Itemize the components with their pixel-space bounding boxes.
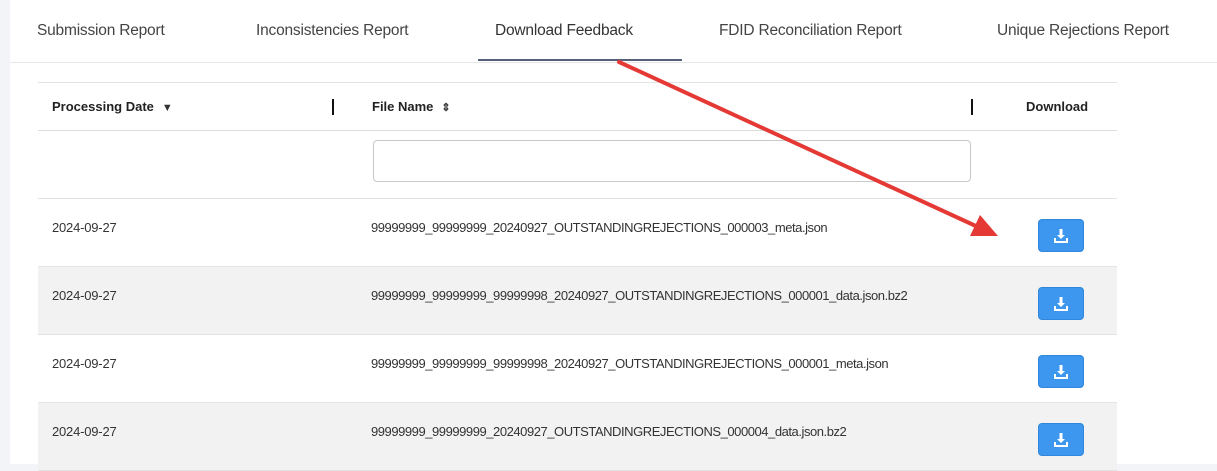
table-row: 2024-09-27 99999999_99999999_20240927_OU… <box>38 403 1117 471</box>
row-processing-date: 2024-09-27 <box>52 356 117 371</box>
table-header: Processing Date ▼ File Name ⇕ Download <box>38 83 1117 131</box>
download-icon <box>1053 364 1069 380</box>
row-processing-date: 2024-09-27 <box>52 424 117 439</box>
sort-both-icon[interactable]: ⇕ <box>441 102 450 114</box>
column-resize-handle[interactable] <box>332 99 334 115</box>
download-icon <box>1053 228 1069 244</box>
filter-row <box>38 131 1117 199</box>
header-file-name[interactable]: File Name ⇕ <box>372 83 451 130</box>
sort-descending-icon[interactable]: ▼ <box>162 102 173 114</box>
report-tabs: Submission Report Inconsistencies Report… <box>10 0 1217 63</box>
file-name-filter-input[interactable] <box>373 140 971 182</box>
download-icon <box>1053 432 1069 448</box>
header-processing-date[interactable]: Processing Date ▼ <box>52 83 173 130</box>
download-button[interactable] <box>1038 355 1084 388</box>
report-panel: Submission Report Inconsistencies Report… <box>10 0 1217 471</box>
row-processing-date: 2024-09-27 <box>52 220 117 235</box>
download-button[interactable] <box>1038 287 1084 320</box>
row-processing-date: 2024-09-27 <box>52 288 117 303</box>
tab-download-feedback[interactable]: Download Feedback <box>495 0 633 62</box>
row-file-name: 99999999_99999999_99999998_20240927_OUTS… <box>371 288 908 303</box>
tab-inconsistencies-report[interactable]: Inconsistencies Report <box>256 0 409 62</box>
row-file-name: 99999999_99999999_20240927_OUTSTANDINGRE… <box>371 424 847 439</box>
table-row: 2024-09-27 99999999_99999999_99999998_20… <box>38 335 1117 403</box>
row-file-name: 99999999_99999999_99999998_20240927_OUTS… <box>371 356 889 371</box>
column-resize-handle[interactable] <box>971 99 973 115</box>
download-button[interactable] <box>1038 423 1084 456</box>
header-download: Download <box>1026 99 1089 114</box>
tab-fdid-reconciliation-report[interactable]: FDID Reconciliation Report <box>719 0 902 62</box>
tab-submission-report[interactable]: Submission Report <box>37 0 165 62</box>
table-row: 2024-09-27 99999999_99999999_99999998_20… <box>38 267 1117 335</box>
download-icon <box>1053 296 1069 312</box>
table-row: 2024-09-27 99999999_99999999_20240927_OU… <box>38 199 1117 267</box>
download-button[interactable] <box>1038 219 1084 252</box>
header-file-name-label: File Name <box>372 99 434 114</box>
header-processing-date-label: Processing Date <box>52 99 154 114</box>
feedback-table: Processing Date ▼ File Name ⇕ Download 202… <box>38 82 1117 471</box>
row-file-name: 99999999_99999999_20240927_OUTSTANDINGRE… <box>371 220 828 235</box>
tab-unique-rejections-report[interactable]: Unique Rejections Report <box>997 0 1169 62</box>
active-tab-indicator <box>478 59 682 61</box>
